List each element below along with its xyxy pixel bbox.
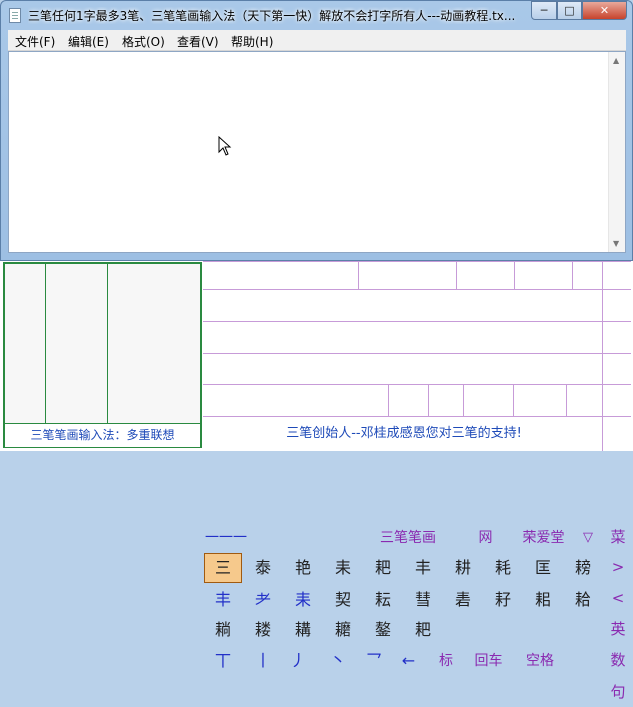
- text-editor[interactable]: ▲ ▼: [8, 51, 626, 253]
- candidate[interactable]: 耥: [203, 616, 243, 644]
- candidate[interactable]: 丰: [203, 586, 243, 614]
- maximize-icon: □: [564, 4, 575, 17]
- notepad-window: 三笔任何1字最多3笔、三笔笔画输入法（天下第一快）解放不会打字所有人---动画教…: [0, 0, 633, 261]
- column-divider: [45, 264, 46, 423]
- candidate-selected[interactable]: 三: [204, 553, 242, 583]
- candidate[interactable]: 耙: [363, 554, 403, 582]
- footer-message: 三笔创始人--邓桂成感恩您对三笔的支持!: [286, 426, 522, 441]
- notepad-icon: [9, 8, 21, 23]
- number-mode-button[interactable]: 数: [605, 645, 631, 675]
- candidate[interactable]: 艳: [283, 554, 323, 582]
- candidate[interactable]: 耒: [323, 554, 363, 582]
- candidate[interactable]: 耩: [283, 616, 323, 644]
- candidate[interactable]: 耙: [403, 616, 443, 644]
- backspace-icon[interactable]: ←: [389, 647, 428, 675]
- english-mode-button[interactable]: 英: [605, 614, 631, 644]
- minimize-icon: ─: [540, 4, 548, 17]
- candidate[interactable]: 匡: [523, 554, 563, 582]
- menu-view[interactable]: 查看(V): [177, 33, 219, 50]
- minimize-button[interactable]: ─: [531, 1, 557, 20]
- title-bar[interactable]: 三笔任何1字最多3笔、三笔笔画输入法（天下第一快）解放不会打字所有人---动画教…: [1, 1, 632, 29]
- candidate[interactable]: 耧: [243, 616, 283, 644]
- candidate[interactable]: 耗: [483, 554, 523, 582]
- scroll-up-icon[interactable]: ▲: [613, 56, 619, 65]
- rongaitang-button[interactable]: 荣爱堂: [514, 524, 573, 552]
- sentence-mode-button[interactable]: 句: [605, 677, 631, 707]
- candidate[interactable]: 耘: [363, 586, 403, 614]
- scroll-down-icon[interactable]: ▼: [613, 239, 619, 248]
- close-button[interactable]: ✕: [582, 1, 627, 20]
- composition-panel: 三笔笔画输入法：多重联想: [3, 262, 202, 448]
- space-button[interactable]: 空格: [514, 647, 566, 675]
- dropdown-icon[interactable]: ▽: [573, 524, 603, 552]
- stroke-key-dian[interactable]: 丶: [323, 647, 353, 675]
- stroke-key-zhe[interactable]: 乛: [360, 647, 388, 675]
- menu-help[interactable]: 帮助(H): [231, 33, 273, 50]
- close-icon: ✕: [599, 4, 610, 17]
- window-title: 三笔任何1字最多3笔、三笔笔画输入法（天下第一快）解放不会打字所有人---动画教…: [28, 9, 516, 23]
- menu-format[interactable]: 格式(O): [122, 33, 165, 50]
- punctuation-button[interactable]: 标: [429, 647, 463, 675]
- candidate[interactable]: 耱: [323, 616, 363, 644]
- candidate[interactable]: 耂: [243, 586, 283, 614]
- candidate[interactable]: 耜: [523, 586, 563, 614]
- stroke-key-pie[interactable]: 丿: [283, 647, 313, 675]
- candidate[interactable]: 鏊: [363, 616, 403, 644]
- candidate[interactable]: 耪: [563, 554, 603, 582]
- stroke-display: 一一一: [205, 530, 247, 546]
- candidate[interactable]: 彗: [403, 586, 443, 614]
- stroke-key-heng[interactable]: 丅: [203, 647, 243, 675]
- candidate[interactable]: 契: [323, 586, 363, 614]
- prev-page-button[interactable]: <: [605, 583, 631, 613]
- candidate[interactable]: 耠: [563, 586, 603, 614]
- enter-button[interactable]: 回车: [464, 647, 513, 675]
- column-divider: [107, 264, 108, 423]
- web-button[interactable]: 网: [457, 524, 514, 552]
- next-page-button[interactable]: >: [605, 552, 631, 582]
- candidate[interactable]: 砉: [443, 586, 483, 614]
- menu-bar: 文件(F) 编辑(E) 格式(O) 查看(V) 帮助(H): [8, 30, 626, 51]
- candidate[interactable]: 泰: [243, 554, 283, 582]
- mouse-cursor-icon: [218, 136, 232, 156]
- candidate[interactable]: 耒: [283, 586, 323, 614]
- candidate[interactable]: 耔: [483, 586, 523, 614]
- candidate[interactable]: 耕: [443, 554, 483, 582]
- maximize-button[interactable]: □: [557, 1, 582, 20]
- menu-edit[interactable]: 编辑(E): [68, 33, 109, 50]
- candidate[interactable]: 丰: [403, 554, 443, 582]
- ime-panel: 三笔笔画输入法：多重联想 一一一 三笔笔画 网 荣爱堂 ▽ 三 泰 艳 耒 耙 …: [0, 261, 633, 701]
- ime-mode-label: 三笔笔画输入法：多重联想: [5, 423, 200, 447]
- stroke-key-shu[interactable]: 丨: [243, 647, 283, 675]
- menu-file[interactable]: 文件(F): [15, 33, 55, 50]
- menu-side-button[interactable]: 菜: [605, 522, 631, 552]
- sanbi-button[interactable]: 三笔笔画: [359, 524, 457, 552]
- vertical-scrollbar[interactable]: ▲ ▼: [608, 52, 625, 252]
